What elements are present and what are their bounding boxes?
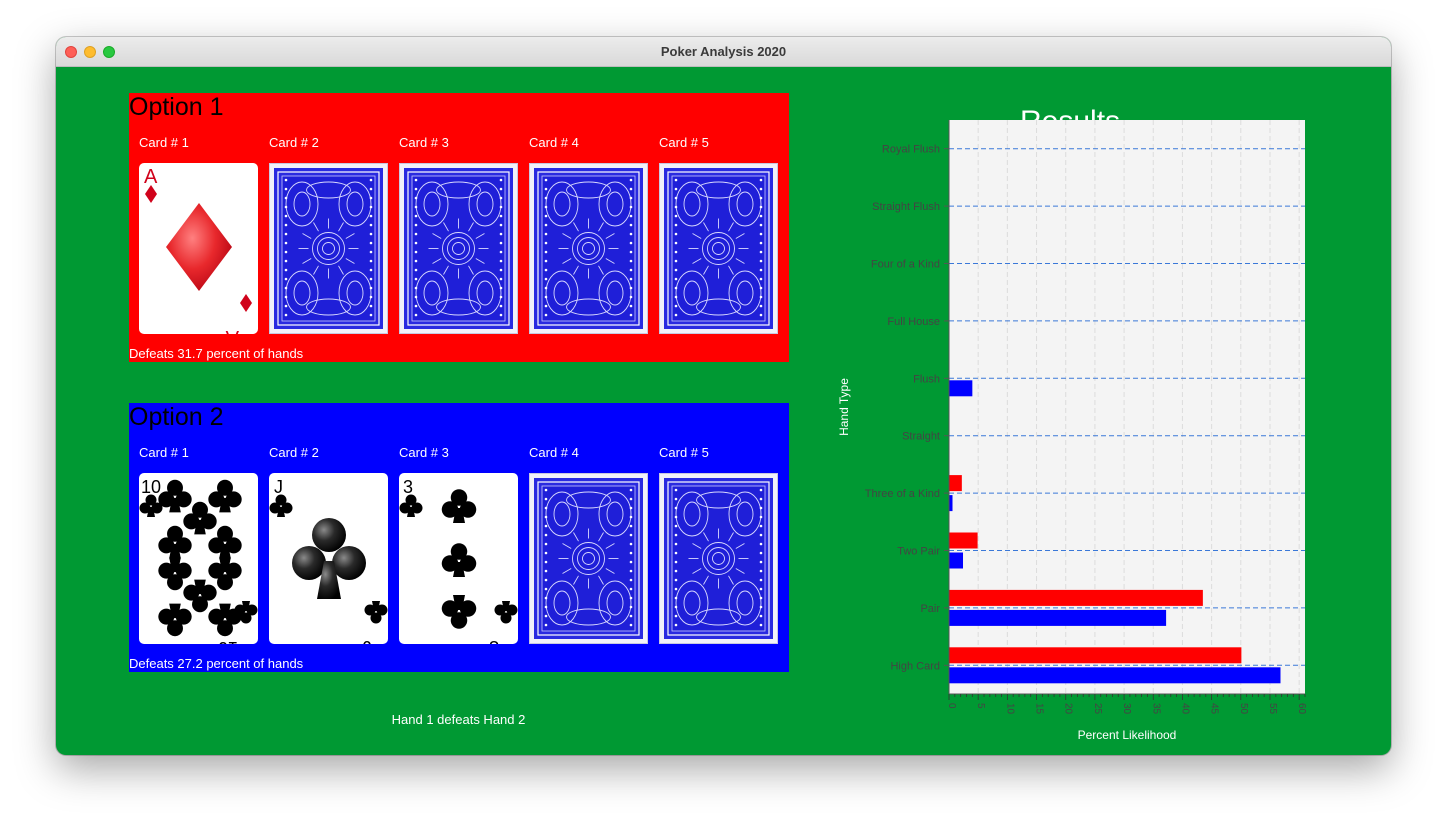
bar-two-pair-series-1 [949,532,978,549]
x-tick-label: 40 [1179,703,1190,715]
main-content: Option 1 Card # 1 Card # 2 Card # 3 Card… [56,67,1391,755]
x-tick-label: 50 [1238,703,1249,715]
x-tick-label: 15 [1034,703,1045,715]
y-tick-label: High Card [890,660,940,672]
y-tick-label: Royal Flush [882,144,940,156]
bar-flush-series-2 [949,380,973,397]
y-tick-label: Three of a Kind [865,488,940,500]
bar-three-of-a-kind-series-1 [949,475,962,492]
x-axis-title: Percent Likelihood [1078,728,1177,742]
window-title: Poker Analysis 2020 [660,44,787,59]
x-tick-label: 10 [1004,703,1015,715]
x-tick-label: 30 [1121,703,1132,715]
results-bar-chart: Royal Flush Straight Flush Four of a Kind F… [837,120,1307,742]
x-tick-label: 45 [1209,703,1220,715]
bar-high-card-series-1 [949,647,1242,664]
y-tick-label: Four of a Kind [871,259,940,271]
y-tick-label: Straight [902,431,940,443]
bar-pair-series-2 [949,609,1167,626]
app-window: Poker Analysis 2020 Option 1 Card # 1 Ca… [56,37,1391,755]
x-tick-label: 35 [1150,703,1161,715]
bar-high-card-series-2 [949,667,1281,684]
y-tick-label: Flush [913,373,940,385]
x-tick-label: 55 [1267,703,1278,715]
bar-three-of-a-kind-series-2 [949,495,953,512]
y-axis-title: Hand Type [837,378,851,436]
bar-pair-series-1 [949,589,1203,606]
y-tick-label: Full House [887,316,940,328]
y-tick-label: Straight Flush [872,201,940,213]
x-tick-label: 60 [1296,703,1307,715]
x-tick-label: 25 [1092,703,1103,715]
y-tick-label: Two Pair [897,546,940,558]
x-tick-label: 20 [1063,703,1074,715]
x-tick-label: 0 [946,703,957,709]
y-tick-label: Pair [920,603,940,615]
x-tick-label: 5 [975,703,986,709]
title-bar: Poker Analysis 2020 [56,37,1391,67]
bar-two-pair-series-2 [949,552,964,569]
